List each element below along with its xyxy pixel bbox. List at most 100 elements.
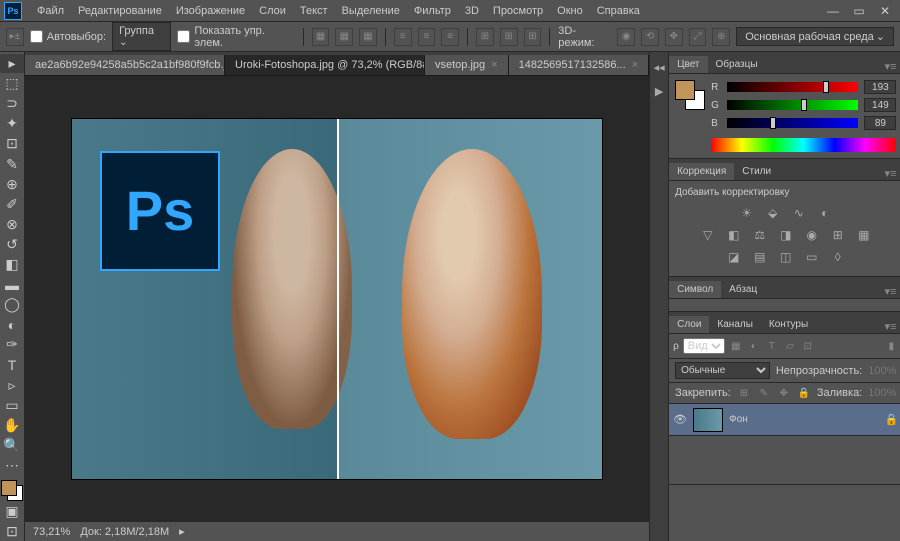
tab-adjustments[interactable]: Коррекция [669,163,734,180]
menu-edit[interactable]: Редактирование [71,0,169,22]
hand-tool[interactable]: ✋ [0,416,24,435]
menu-image[interactable]: Изображение [169,0,252,22]
vibrance-icon[interactable]: ▽ [698,226,718,244]
3d-icon[interactable]: ⟲ [641,28,659,46]
exposure-icon[interactable]: ◐ [815,204,835,222]
shape-tool[interactable]: ▭ [0,396,24,415]
layer-row[interactable]: 👁 Фон 🔒 [669,404,900,436]
lock-pos-icon[interactable]: ✥ [777,386,791,400]
threshold-icon[interactable]: ◫ [776,248,796,266]
align-icon[interactable]: ⊞ [524,28,542,46]
close-button[interactable]: ✕ [874,3,896,19]
edit-toolbar[interactable]: ⋯ [0,456,24,475]
filter-adj-icon[interactable]: ◐ [747,339,761,353]
photo-filter-icon[interactable]: ◉ [802,226,822,244]
filter-toggle[interactable]: ▮ [884,339,898,353]
workspace-select[interactable]: Основная рабочая среда⌄ [736,27,894,46]
align-icon[interactable]: ⊞ [476,28,494,46]
spectrum-picker[interactable] [711,138,896,152]
hue-icon[interactable]: ◧ [724,226,744,244]
eyedropper-tool[interactable]: ✎ [0,154,24,173]
text-tool[interactable]: T [0,355,24,374]
distribute-icon[interactable]: ≡ [418,28,436,46]
align-icon[interactable]: ▦ [335,28,353,46]
align-icon[interactable]: ▦ [359,28,377,46]
minimize-button[interactable]: — [822,3,844,19]
invert-icon[interactable]: ◪ [724,248,744,266]
lock-pixel-icon[interactable]: ✎ [757,386,771,400]
balance-icon[interactable]: ⚖ [750,226,770,244]
brightness-icon[interactable]: ☀ [737,204,757,222]
align-icon[interactable]: ▦ [312,28,330,46]
menu-help[interactable]: Справка [590,0,647,22]
layer-thumbnail[interactable] [693,408,723,432]
visibility-icon[interactable]: 👁 [673,413,687,426]
document-tab[interactable]: ae2a6b92e94258a5b5c2a1bf980f9fcb.jpg× [25,55,225,75]
foreground-color[interactable] [1,480,17,496]
g-value[interactable]: 149 [864,98,896,112]
dodge-tool[interactable]: ◐ [0,315,24,334]
3d-icon[interactable]: ⊕ [712,28,730,46]
b-slider[interactable] [727,118,858,128]
menu-file[interactable]: Файл [30,0,71,22]
menu-3d[interactable]: 3D [458,0,486,22]
levels-icon[interactable]: ⬙ [763,204,783,222]
layer-name[interactable]: Фон [729,414,879,425]
color-swatches[interactable] [1,480,23,501]
lasso-tool[interactable]: ⊃ [0,94,24,113]
filter-pixel-icon[interactable]: ▦ [729,339,743,353]
close-tab-icon[interactable]: × [491,59,497,71]
menu-filter[interactable]: Фильтр [407,0,458,22]
tab-character[interactable]: Символ [669,281,721,298]
brush-tool[interactable]: ✐ [0,195,24,214]
close-tab-icon[interactable]: × [632,59,638,71]
eraser-tool[interactable]: ◧ [0,255,24,274]
move-tool[interactable]: ▸ [0,54,24,73]
menu-text[interactable]: Текст [293,0,335,22]
fill-value[interactable]: 100% [868,387,896,399]
status-arrow-icon[interactable]: ▸ [179,525,185,538]
color-panel-swatches[interactable] [675,80,705,110]
wand-tool[interactable]: ✦ [0,114,24,133]
menu-select[interactable]: Выделение [335,0,407,22]
pen-tool[interactable]: ✑ [0,335,24,354]
r-value[interactable]: 193 [864,80,896,94]
opacity-value[interactable]: 100% [868,365,896,377]
distribute-icon[interactable]: ≡ [394,28,412,46]
move-tool-icon[interactable]: ▸± [6,28,24,46]
lock-all-icon[interactable]: 🔒 [797,386,811,400]
show-controls-check[interactable]: Показать упр. элем. [177,25,294,49]
tab-color[interactable]: Цвет [669,56,707,73]
mixer-icon[interactable]: ⊞ [828,226,848,244]
filter-smart-icon[interactable]: ⊡ [801,339,815,353]
gradient-map-icon[interactable]: ▭ [802,248,822,266]
curves-icon[interactable]: ∿ [789,204,809,222]
document-tab[interactable]: Uroki-Fotoshopa.jpg @ 73,2% (RGB/8#)× [225,55,425,75]
menu-view[interactable]: Просмотр [486,0,550,22]
filter-text-icon[interactable]: T [765,339,779,353]
crop-tool[interactable]: ⊡ [0,134,24,153]
stamp-tool[interactable]: ⊗ [0,215,24,234]
g-slider[interactable] [727,100,858,110]
b-value[interactable]: 89 [864,116,896,130]
3d-icon[interactable]: ◉ [617,28,635,46]
tab-channels[interactable]: Каналы [709,316,761,333]
history-strip-icon[interactable]: ▶ [650,82,668,100]
layer-kind-select[interactable]: Вид [683,338,725,354]
screenmode-toggle[interactable]: ⊡ [0,522,24,541]
document-tab[interactable]: vsetop.jpg× [425,55,509,75]
align-icon[interactable]: ⊞ [500,28,518,46]
canvas-area[interactable]: Ps [25,76,649,521]
tab-paths[interactable]: Контуры [761,316,816,333]
document-tab[interactable]: 1482569517132586...× [509,55,650,75]
filter-shape-icon[interactable]: ▱ [783,339,797,353]
expand-icon[interactable]: ◂◂ [650,58,668,76]
panel-menu-icon[interactable]: ▾≡ [878,60,900,73]
zoom-level[interactable]: 73,21% [33,526,70,538]
doc-size[interactable]: Док: 2,18M/2,18M [80,526,169,538]
menu-layers[interactable]: Слои [252,0,293,22]
3d-icon[interactable]: ✥ [665,28,683,46]
tab-layers[interactable]: Слои [669,316,709,333]
tab-styles[interactable]: Стили [734,163,779,180]
canvas[interactable]: Ps [72,119,602,479]
